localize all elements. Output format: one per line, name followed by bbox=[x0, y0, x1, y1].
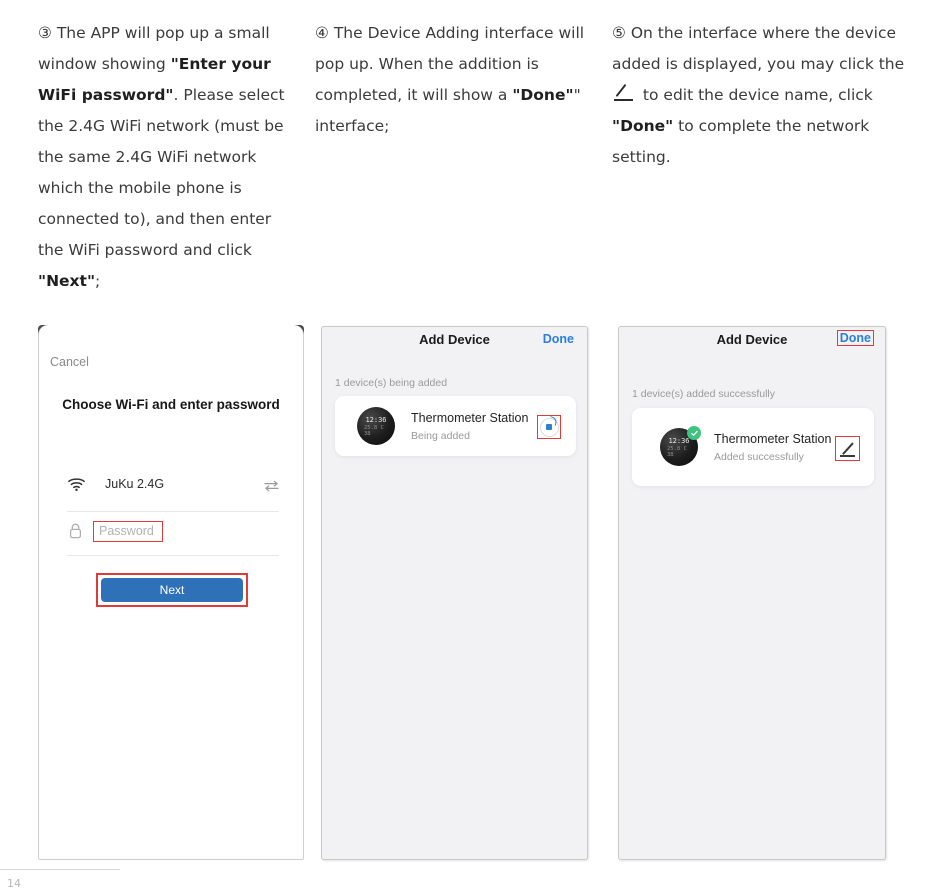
lock-icon bbox=[69, 523, 82, 539]
divider-password bbox=[67, 555, 279, 556]
watch-subtext: 25.8 C 38 bbox=[364, 424, 384, 437]
wifi-icon bbox=[67, 477, 86, 492]
device-name: Thermometer Station bbox=[411, 411, 529, 425]
next-button-highlight: Next bbox=[96, 573, 248, 607]
loading-spinner-icon bbox=[539, 417, 559, 437]
device-card[interactable]: 12:36 25.8 C 38 Thermometer Station Adde… bbox=[632, 408, 874, 486]
device-status: Being added bbox=[411, 430, 470, 442]
done-button[interactable]: Done bbox=[543, 332, 574, 346]
step3-text-part3: ; bbox=[95, 272, 101, 290]
step5-text-part2: to edit the device name, click bbox=[638, 86, 873, 104]
watch-device-icon: 12:36 25.8 C 38 bbox=[357, 407, 395, 445]
divider-wifi bbox=[67, 511, 279, 512]
step5-bold-done: "Done" bbox=[612, 117, 674, 135]
phone2-device-count: 1 device(s) being added bbox=[335, 377, 448, 389]
done-button[interactable]: Done bbox=[836, 330, 874, 346]
watch-face: 12:36 25.8 C 38 bbox=[364, 415, 388, 437]
check-circle-icon bbox=[687, 426, 701, 440]
device-card[interactable]: 12:36 25.8 C 38 Thermometer Station Bein… bbox=[335, 396, 576, 456]
phone-screenshot-device-added: Add Device Done 1 device(s) added succes… bbox=[618, 326, 886, 860]
device-status: Added successfully bbox=[714, 451, 804, 463]
phone-screenshot-adding-device: Add Device Done 1 device(s) being added … bbox=[321, 326, 588, 860]
password-row[interactable]: Password bbox=[67, 519, 279, 549]
device-avatar: 12:36 25.8 C 38 bbox=[357, 407, 395, 445]
password-input[interactable]: Password bbox=[93, 521, 163, 542]
cancel-button[interactable]: Cancel bbox=[50, 355, 89, 369]
pencil-edit-icon[interactable] bbox=[838, 440, 858, 458]
page-number: 14 bbox=[7, 877, 21, 890]
instruction-step-5: ⑤ On the interface where the device adde… bbox=[610, 18, 941, 173]
next-button[interactable]: Next bbox=[101, 578, 243, 602]
step5-text-part1: ⑤ On the interface where the device adde… bbox=[612, 24, 905, 73]
footer-divider bbox=[0, 869, 120, 870]
phone3-header: Add Device Done bbox=[619, 327, 885, 361]
pencil-edit-icon bbox=[614, 87, 636, 102]
phone-screenshot-wifi-password: Cancel Choose Wi-Fi and enter password J… bbox=[38, 325, 304, 860]
step3-bold-next: "Next" bbox=[38, 272, 96, 290]
loading-action-highlight bbox=[537, 415, 561, 439]
step4-bold-done: "Done" bbox=[512, 86, 574, 104]
sheet-title: Choose Wi-Fi and enter password bbox=[62, 397, 280, 412]
step3-text-part2: . Please select the 2.4G WiFi network (m… bbox=[38, 86, 285, 259]
wifi-network-row[interactable]: JuKu 2.4G bbox=[67, 471, 279, 505]
instructions-area: ③ The APP will pop up a small window sho… bbox=[0, 18, 941, 297]
phone2-header: Add Device Done bbox=[322, 327, 587, 361]
watch-time: 12:36 bbox=[365, 415, 387, 424]
phone3-device-count: 1 device(s) added successfully bbox=[632, 388, 775, 400]
instruction-step-3: ③ The APP will pop up a small window sho… bbox=[0, 18, 310, 297]
watch-face: 12:36 25.8 C 38 bbox=[667, 436, 691, 458]
watch-time: 12:36 bbox=[668, 436, 690, 445]
wifi-network-name: JuKu 2.4G bbox=[105, 477, 165, 491]
swap-network-icon[interactable] bbox=[264, 479, 279, 492]
edit-action-highlight bbox=[835, 436, 860, 461]
watch-subtext: 25.8 C 38 bbox=[667, 445, 687, 458]
device-name: Thermometer Station bbox=[714, 432, 832, 446]
instruction-step-4: ④ The Device Adding interface will pop u… bbox=[310, 18, 610, 142]
device-avatar: 12:36 25.8 C 38 bbox=[660, 426, 701, 466]
